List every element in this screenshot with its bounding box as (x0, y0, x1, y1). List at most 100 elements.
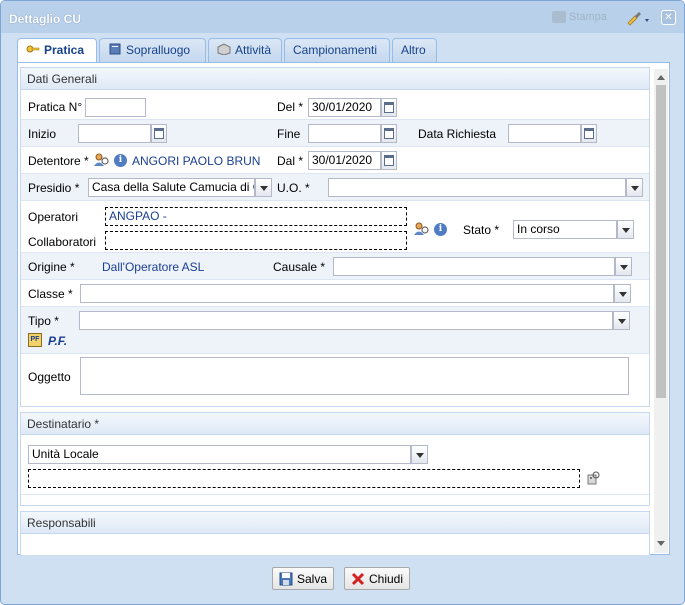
person-search-icon[interactable] (93, 153, 109, 167)
pf-icon[interactable]: PF (28, 333, 42, 347)
tab-attivita[interactable]: Attività (208, 38, 282, 63)
close-icon[interactable]: ✕ (661, 10, 676, 25)
calendar-icon[interactable] (151, 124, 167, 143)
row-oggetto: Oggetto (21, 354, 649, 402)
fine-label: Fine (277, 127, 301, 141)
save-label: Salva (297, 572, 328, 586)
calendar-icon[interactable] (581, 124, 597, 143)
divider (21, 494, 649, 495)
row-detentore: Detentore * i ANGORI PAOLO BRUN Dal * 30… (21, 147, 649, 174)
tipo-select[interactable] (79, 311, 613, 330)
dal-label: Dal * (277, 154, 304, 168)
info-icon[interactable]: i (114, 154, 127, 167)
classe-label: Classe * (28, 287, 73, 301)
row-tipo: Tipo * PF P.F. (21, 307, 649, 354)
book-icon (109, 43, 121, 55)
inizio-date-input[interactable] (78, 124, 151, 143)
presidio-select[interactable]: Casa della Salute Camucia di C (88, 178, 255, 197)
fine-date-input[interactable] (308, 124, 381, 143)
close-button[interactable]: Chiudi (344, 567, 411, 590)
scroll-down-icon[interactable] (657, 541, 665, 546)
vertical-scrollbar[interactable] (654, 69, 668, 553)
chevron-down-icon[interactable] (411, 445, 428, 464)
section-header: Responsabili (21, 512, 649, 534)
row-operatori: Operatori ANGPAO - Collaboratori i Stato… (21, 201, 649, 253)
section-header: Dati Generali (21, 68, 649, 90)
brush-menu-icon[interactable] (625, 10, 651, 26)
tab-label: Pratica (44, 43, 85, 57)
del-label: Del * (277, 100, 304, 114)
uo-select[interactable] (328, 178, 626, 197)
destinatario-section: Destinatario * Unità Locale (20, 412, 650, 506)
building-search-icon[interactable] (586, 471, 600, 485)
chevron-down-icon[interactable] (617, 220, 634, 239)
destinatario-select[interactable]: Unità Locale (28, 445, 411, 464)
stato-select[interactable]: In corso (513, 220, 617, 239)
data-richiesta-input[interactable] (508, 124, 581, 143)
destinatario-field[interactable] (28, 469, 580, 488)
row-pratica: Pratica N° Del * 30/01/2020 (21, 91, 649, 120)
print-button[interactable]: Stampa (552, 11, 607, 24)
origine-value: Dall'Operatore ASL (102, 260, 205, 274)
close-red-icon (351, 572, 365, 586)
tab-label: Altro (401, 43, 426, 57)
title-bar: Dettaglio CU Stampa ✕ (1, 1, 684, 33)
save-button[interactable]: Salva (272, 567, 335, 590)
tab-altro[interactable]: Altro (392, 38, 437, 63)
tab-campionamenti[interactable]: Campionamenti (284, 38, 390, 63)
chevron-down-icon[interactable] (615, 257, 632, 276)
tab-label: Campionamenti (293, 43, 378, 57)
classe-select[interactable] (80, 284, 614, 303)
oggetto-label: Oggetto (28, 370, 71, 384)
window-title: Dettaglio CU (9, 12, 81, 26)
person-search-icon[interactable] (413, 222, 429, 236)
calendar-icon[interactable] (381, 98, 397, 117)
close-label: Chiudi (369, 572, 404, 586)
detentore-value[interactable]: ANGORI PAOLO BRUN (132, 154, 260, 168)
calendar-icon[interactable] (381, 124, 397, 143)
dati-generali-section: Dati Generali Pratica N° Del * 30/01/202… (20, 67, 650, 407)
print-label: Stampa (569, 11, 607, 23)
chevron-down-icon[interactable] (613, 311, 630, 330)
pf-label[interactable]: P.F. (48, 334, 67, 348)
info-icon[interactable]: i (434, 223, 447, 236)
uo-label: U.O. * (277, 181, 310, 195)
dialog-window: Dettaglio CU Stampa ✕ Pratica Sopralluog… (0, 0, 685, 605)
row-presidio: Presidio * Casa della Salute Camucia di … (21, 174, 649, 201)
box-icon (217, 43, 231, 55)
operatori-label: Operatori (28, 210, 79, 224)
tab-label: Attività (235, 43, 272, 57)
data-richiesta-label: Data Richiesta (418, 127, 497, 141)
tab-panel: Dati Generali Pratica N° Del * 30/01/202… (17, 62, 670, 555)
del-date-input[interactable]: 30/01/2020 (308, 98, 381, 117)
row-origine: Origine * Dall'Operatore ASL Causale * (21, 253, 649, 280)
chevron-down-icon[interactable] (614, 284, 631, 303)
responsabili-section: Responsabili (20, 511, 650, 555)
pratica-number-input[interactable] (85, 98, 146, 117)
floppy-icon (279, 572, 293, 586)
causale-select[interactable] (333, 257, 615, 276)
tab-sopralluogo[interactable]: Sopralluogo (99, 38, 206, 63)
origine-label: Origine * (28, 260, 75, 274)
inizio-label: Inizio (28, 127, 57, 141)
tab-pratica[interactable]: Pratica (17, 38, 97, 64)
section-header: Destinatario * (21, 413, 649, 435)
printer-icon (552, 11, 566, 24)
scroll-thumb[interactable] (656, 85, 666, 398)
presidio-label: Presidio * (28, 181, 80, 195)
tab-label: Sopralluogo (126, 43, 191, 57)
oggetto-textarea[interactable] (80, 357, 629, 395)
pratica-label: Pratica N° (28, 100, 83, 114)
chevron-down-icon[interactable] (255, 178, 272, 197)
chevron-down-icon[interactable] (626, 178, 643, 197)
operatori-field[interactable]: ANGPAO - (105, 207, 407, 226)
dal-date-input[interactable]: 30/01/2020 (308, 151, 381, 170)
key-icon (26, 45, 40, 53)
calendar-icon[interactable] (381, 151, 397, 170)
row-classe: Classe * (21, 280, 649, 307)
row-inizio: Inizio Fine Data Richiesta (21, 120, 649, 147)
stato-label: Stato * (463, 223, 500, 237)
scroll-up-icon[interactable] (657, 75, 665, 80)
collaboratori-field[interactable] (105, 231, 407, 250)
causale-label: Causale * (273, 260, 326, 274)
